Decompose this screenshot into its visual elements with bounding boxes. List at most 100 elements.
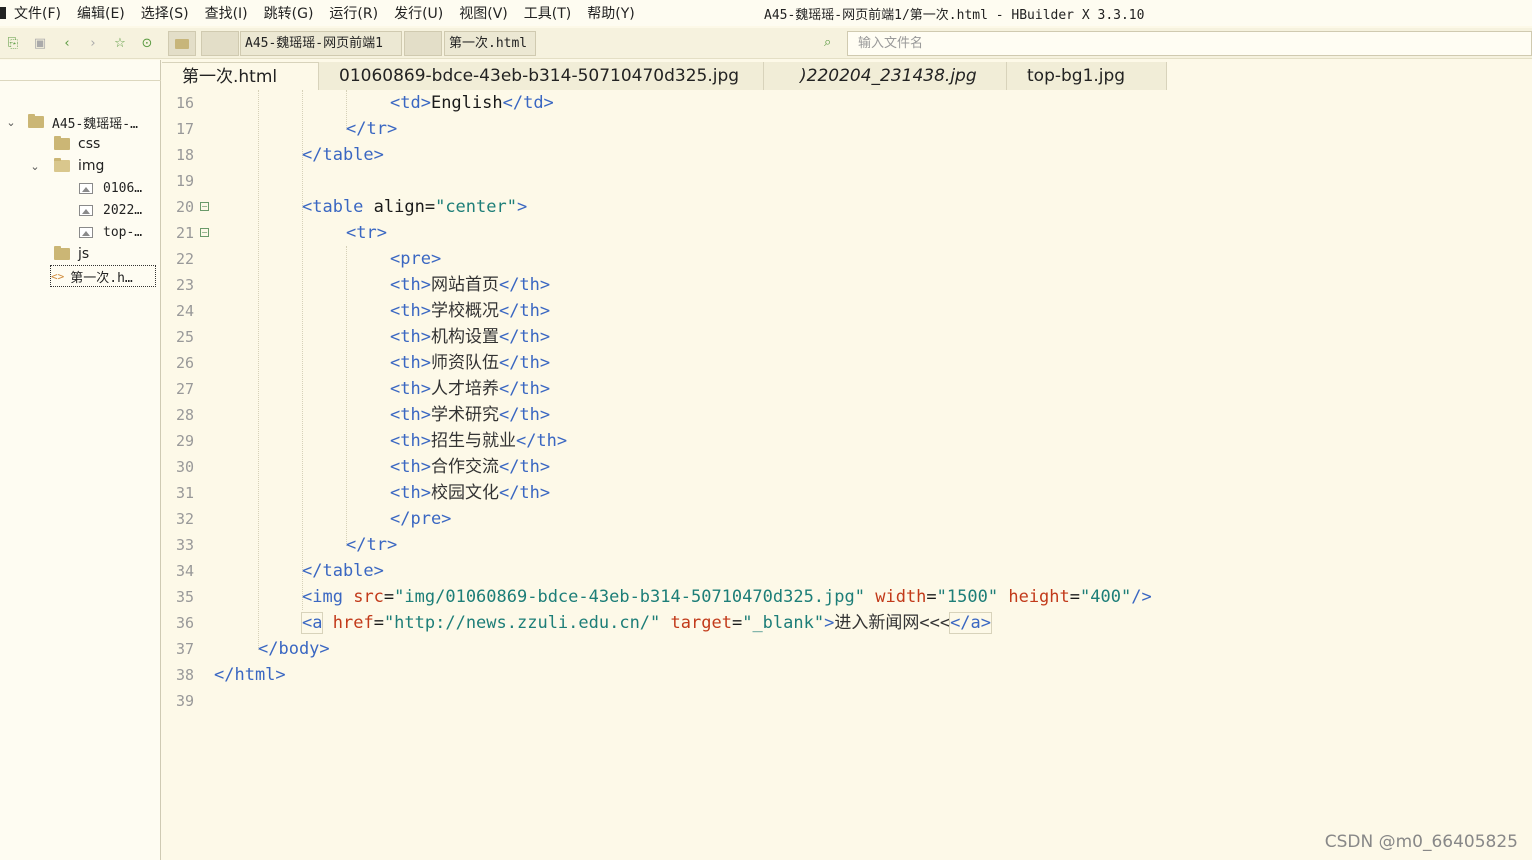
code-line: 39 (162, 688, 1532, 714)
tree-file-html[interactable]: <> 第一次.h… (50, 265, 156, 287)
line-number: 39 (175, 692, 194, 710)
line-number: 28 (175, 406, 194, 424)
tree-folder-img[interactable]: ⌄ img (28, 156, 104, 176)
run-icon[interactable]: ⊙ (138, 34, 156, 52)
line-number: 22 (175, 250, 194, 268)
folder-icon (175, 38, 189, 49)
line-number: 19 (175, 172, 194, 190)
save-icon[interactable]: ▣ (31, 34, 49, 52)
th-text: 学术研究 (430, 405, 499, 425)
link-text: 进入新闻网<<< (834, 613, 951, 633)
tree-project[interactable]: ⌄ A45-魏瑶瑶-… (4, 112, 138, 132)
menu-edit[interactable]: 编辑(E) (77, 3, 125, 23)
code-text: <th>校园文化</th> (390, 483, 551, 503)
tree-label: 2022… (103, 202, 143, 218)
fold-toggle-icon[interactable]: − (200, 202, 209, 211)
code-text: <table align="center"> (302, 197, 528, 217)
img-height-value: "400" (1080, 587, 1132, 607)
file-search-box[interactable] (847, 31, 1532, 56)
tab-html[interactable]: 第一次.html (162, 62, 319, 90)
folder-icon (28, 114, 44, 128)
th-text: 合作交流 (430, 457, 499, 477)
tree-folder-css[interactable]: css (54, 134, 100, 154)
code-line: 20 − <table align="center"> (162, 194, 1532, 220)
line-number: 18 (175, 146, 194, 164)
html-file-icon: <> (51, 269, 65, 283)
line-number: 27 (175, 380, 194, 398)
tree-file-img-1[interactable]: 0106… (79, 178, 142, 198)
line-number: 31 (175, 484, 194, 502)
code-editor[interactable]: 16 <td>English</td> 17 </tr> 18 </table>… (162, 90, 1532, 860)
line-number: 16 (175, 94, 194, 112)
folder-icon (54, 246, 70, 260)
line-number: 26 (175, 354, 194, 372)
code-line: 29 <th>招生与就业</th> (162, 428, 1532, 454)
line-number: 33 (175, 536, 194, 554)
code-line: 24 <th>学校概况</th> (162, 298, 1532, 324)
menu-help[interactable]: 帮助(Y) (587, 3, 634, 23)
tab-jpg-2[interactable]: )220204_231438.jpg (764, 62, 1007, 90)
line-number: 29 (175, 432, 194, 450)
project-folder-button[interactable] (168, 31, 196, 56)
back-icon[interactable]: ‹ (58, 34, 76, 52)
code-line: 16 <td>English</td> (162, 90, 1532, 116)
line-number: 21 (175, 224, 194, 242)
fold-toggle-icon[interactable]: − (200, 228, 209, 237)
tab-jpg-3[interactable]: top-bg1.jpg (1007, 62, 1167, 90)
code-text: <th>人才培养</th> (390, 379, 551, 399)
menu-find[interactable]: 查找(I) (205, 3, 248, 23)
line-number: 23 (175, 276, 194, 294)
forward-icon[interactable]: › (84, 34, 102, 52)
code-line: 22 <pre> (162, 246, 1532, 272)
breadcrumb-project[interactable]: A45-魏瑶瑶-网页前端1 (240, 31, 402, 56)
star-icon[interactable]: ☆ (111, 34, 129, 52)
menu-run[interactable]: 运行(R) (329, 3, 378, 23)
menu-select[interactable]: 选择(S) (141, 3, 189, 23)
menu-file[interactable]: 文件(F) (14, 3, 61, 23)
tree-label: js (78, 246, 90, 262)
td-text: English (430, 93, 503, 113)
window-title: A45-魏瑶瑶-网页前端1/第一次.html - HBuilder X 3.3.… (764, 8, 1145, 23)
a-target-value: "_blank" (742, 613, 825, 633)
code-text: <a href="http://news.zzuli.edu.cn/" targ… (300, 612, 993, 634)
folder-open-icon (54, 158, 70, 172)
code-line: 34 </table> (162, 558, 1532, 584)
toolbar: ⎘ ▣ ‹ › ☆ ⊙ A45-魏瑶瑶-网页前端1 第一次.html ⌕ (0, 28, 1532, 59)
tree-folder-js[interactable]: js (54, 244, 89, 264)
tree-label: 0106… (103, 180, 143, 196)
code-text: <th>网站首页</th> (390, 275, 551, 295)
tree-label: img (78, 158, 105, 174)
line-number: 20 (175, 198, 194, 216)
code-line: 23 <th>网站首页</th> (162, 272, 1532, 298)
line-number: 35 (175, 588, 194, 606)
menu-goto[interactable]: 跳转(G) (264, 3, 314, 23)
app-logo-icon (0, 7, 6, 19)
tree-file-img-2[interactable]: 2022… (79, 200, 142, 220)
line-number: 30 (175, 458, 194, 476)
th-text: 校园文化 (430, 483, 499, 503)
new-file-icon[interactable]: ⎘ (4, 34, 22, 52)
menu-tools[interactable]: 工具(T) (524, 3, 571, 23)
tree-label: css (78, 136, 101, 152)
tree-file-img-3[interactable]: top-… (79, 222, 142, 242)
chevron-down-icon[interactable]: ⌄ (4, 116, 18, 129)
file-search-input[interactable] (858, 36, 1531, 51)
code-text: <img src="img/01060869-bdce-43eb-b314-50… (302, 587, 1152, 607)
code-text: <tr> (346, 223, 387, 243)
menu-view[interactable]: 视图(V) (459, 3, 508, 23)
code-text: </tr> (346, 119, 398, 139)
code-text: </body> (258, 639, 330, 659)
divider (0, 80, 161, 81)
menu-publish[interactable]: 发行(U) (394, 3, 443, 23)
code-line: 25 <th>机构设置</th> (162, 324, 1532, 350)
editor-tabs: 第一次.html 01060869-bdce-43eb-b314-5071047… (162, 62, 1167, 90)
breadcrumb-file[interactable]: 第一次.html (444, 31, 536, 56)
code-text: <th>招生与就业</th> (390, 431, 568, 451)
image-file-icon (79, 226, 93, 238)
tree-label: top-… (103, 224, 143, 240)
th-text: 网站首页 (430, 275, 499, 295)
tab-jpg-1[interactable]: 01060869-bdce-43eb-b314-50710470d325.jpg (319, 62, 764, 90)
chevron-down-icon[interactable]: ⌄ (28, 160, 42, 173)
project-explorer: ⌄ A45-魏瑶瑶-… css ⌄ img 0106… 2022… top-… … (0, 60, 161, 860)
code-line: 17 </tr> (162, 116, 1532, 142)
